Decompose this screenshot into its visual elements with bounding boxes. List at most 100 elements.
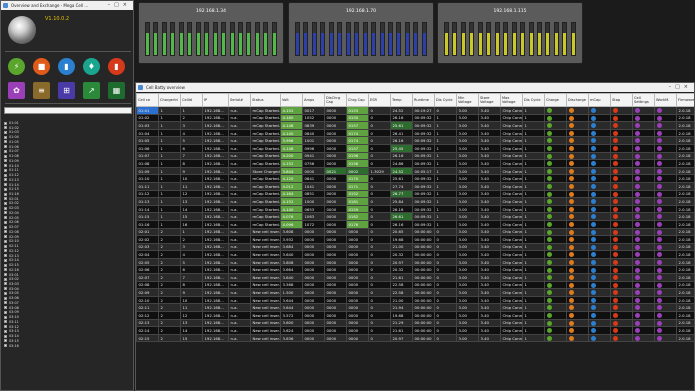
table-row[interactable]: 02:14 2 14 192.168... n.a. New cell inser... 3… <box>136 326 694 335</box>
action-button-icon[interactable] <box>546 221 552 227</box>
action-button-icon[interactable] <box>656 297 662 303</box>
action-button-icon[interactable] <box>612 267 618 273</box>
action-button-icon[interactable] <box>546 153 552 159</box>
action-button-icon[interactable] <box>546 275 552 281</box>
action-button-icon[interactable] <box>656 328 662 334</box>
charger-slot[interactable] <box>371 22 377 56</box>
action-button-icon[interactable] <box>634 290 640 296</box>
column-header[interactable]: Dis Cycle <box>434 93 457 107</box>
checkbox[interactable] <box>4 121 7 125</box>
action-button-icon[interactable] <box>656 275 662 281</box>
database-icon[interactable]: ≡ <box>33 82 50 99</box>
action-button-icon[interactable] <box>590 108 596 114</box>
action-button-icon[interactable] <box>568 161 574 167</box>
action-button-icon[interactable] <box>590 244 596 250</box>
action-button-icon[interactable] <box>656 320 662 326</box>
action-button-icon[interactable] <box>612 130 618 136</box>
action-button-icon[interactable] <box>590 267 596 273</box>
action-button-icon[interactable] <box>656 305 662 311</box>
action-button-icon[interactable] <box>656 115 662 121</box>
overview-titlebar[interactable]: Overview and Exchange - Mega Cell ... –□… <box>1 1 133 10</box>
charger-slot[interactable] <box>345 22 351 56</box>
action-button-icon[interactable] <box>546 328 552 334</box>
table-row[interactable]: 02:02 2 2 192.168... n.a. New cell inser... 3.… <box>136 235 694 244</box>
table-row[interactable]: 01:12 1 12 192.168... n.a. mCap Started... 4.1… <box>136 189 694 199</box>
action-button-icon[interactable] <box>634 153 640 159</box>
action-button-icon[interactable] <box>568 183 574 189</box>
table-row[interactable]: 02:11 2 11 192.168... n.a. New cell inser... 3… <box>136 303 694 313</box>
charger-slot[interactable] <box>404 22 410 56</box>
charger-slot[interactable] <box>195 22 201 56</box>
action-button-icon[interactable] <box>612 168 618 174</box>
action-button-icon[interactable] <box>634 115 640 121</box>
charger-panel[interactable]: 192.168.1.34 <box>138 2 284 64</box>
checkbox[interactable] <box>4 320 7 324</box>
action-button-icon[interactable] <box>546 252 552 258</box>
action-button-icon[interactable] <box>656 130 662 136</box>
table-row[interactable]: 02:12 2 12 192.168... n.a. New cell inser... 3… <box>136 311 694 320</box>
action-button-icon[interactable] <box>634 108 640 114</box>
action-button-icon[interactable] <box>656 282 662 288</box>
checkbox[interactable] <box>4 206 7 210</box>
action-button-icon[interactable] <box>590 130 596 136</box>
action-button-icon[interactable] <box>612 259 618 265</box>
action-button-icon[interactable] <box>612 328 618 334</box>
action-button-icon[interactable] <box>568 244 574 250</box>
action-button-icon[interactable] <box>634 168 640 174</box>
action-button-icon[interactable] <box>568 221 574 227</box>
checkbox[interactable] <box>4 325 7 329</box>
charger-slot[interactable] <box>469 22 475 56</box>
charger-slot[interactable] <box>379 22 385 56</box>
checkbox[interactable] <box>4 168 7 172</box>
checkbox[interactable] <box>4 130 7 134</box>
charger-slot[interactable] <box>452 22 458 56</box>
checkbox[interactable] <box>4 201 7 205</box>
checkbox[interactable] <box>4 197 7 201</box>
action-button-icon[interactable] <box>590 161 596 167</box>
action-button-icon[interactable] <box>634 138 640 144</box>
action-button-icon[interactable] <box>656 176 662 182</box>
charger-slot[interactable] <box>396 22 402 56</box>
settings-icon[interactable]: ✿ <box>8 82 25 99</box>
charger-slot[interactable] <box>263 22 269 56</box>
action-button-icon[interactable] <box>546 115 552 121</box>
action-button-icon[interactable] <box>546 229 552 235</box>
action-button-icon[interactable] <box>568 229 574 235</box>
action-button-icon[interactable] <box>634 267 640 273</box>
action-button-icon[interactable] <box>612 282 618 288</box>
action-button-icon[interactable] <box>656 313 662 319</box>
column-header[interactable]: Charge <box>544 93 567 107</box>
action-button-icon[interactable] <box>546 183 552 189</box>
table-row[interactable]: 01:13 1 13 192.168... n.a. mCap Started... 4.1… <box>136 197 694 206</box>
action-button-icon[interactable] <box>546 237 552 243</box>
battery-down-icon[interactable]: ▮ <box>108 58 125 75</box>
action-button-icon[interactable] <box>590 199 596 205</box>
checkbox[interactable] <box>4 145 7 149</box>
charger-slot[interactable] <box>387 22 393 56</box>
charger-slot[interactable] <box>246 22 252 56</box>
charger-slot[interactable] <box>486 22 492 56</box>
action-button-icon[interactable] <box>634 191 640 197</box>
checkbox[interactable] <box>4 178 7 182</box>
column-header[interactable]: ESR <box>368 93 391 107</box>
table-row[interactable]: 02:08 2 8 192.168... n.a. New cell inser... 3.… <box>136 280 694 290</box>
action-button-icon[interactable] <box>656 267 662 273</box>
checkbox[interactable] <box>4 273 7 276</box>
action-button-icon[interactable] <box>546 161 552 167</box>
action-button-icon[interactable] <box>656 237 662 243</box>
action-button-icon[interactable] <box>612 123 618 129</box>
charger-slot[interactable] <box>553 22 559 56</box>
column-header[interactable]: Store Voltage <box>478 93 501 107</box>
charger-slot[interactable] <box>178 22 184 56</box>
action-button-icon[interactable] <box>656 161 662 167</box>
column-header[interactable]: Amps <box>302 93 325 107</box>
table-row[interactable]: 02:09 2 9 192.168... n.a. New cell inser... 1.… <box>136 288 694 297</box>
action-button-icon[interactable] <box>590 115 596 121</box>
action-button-icon[interactable] <box>568 282 574 288</box>
action-button-icon[interactable] <box>634 130 640 136</box>
table-row[interactable]: 01:14 1 14 192.168... n.a. mCap Started... 4.1… <box>136 204 694 214</box>
action-button-icon[interactable] <box>590 297 596 303</box>
column-header[interactable]: DisChrg Cap <box>324 93 347 107</box>
column-header[interactable]: Runtime <box>412 93 435 107</box>
checkbox[interactable] <box>4 183 7 187</box>
